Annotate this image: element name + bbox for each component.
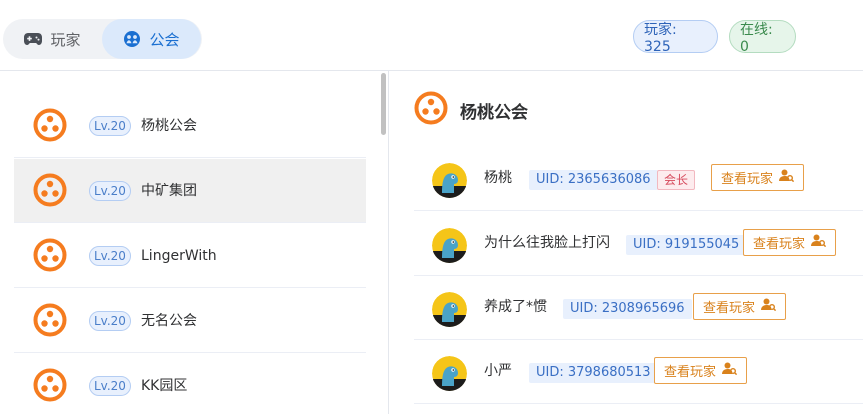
member-row: 养成了*惯 UID: 2308965696 查看玩家 xyxy=(414,276,863,340)
guild-detail-title: 杨桃公会 xyxy=(460,102,528,123)
guild-logo-icon xyxy=(33,238,67,276)
guild-name: 无名公会 xyxy=(141,313,197,329)
guild-detail-header: 杨桃公会 xyxy=(414,91,528,129)
guild-list: Lv.20 杨桃公会 Lv.20 中矿集团 Lv.20 LingerWith L… xyxy=(0,71,389,414)
member-avatar xyxy=(432,356,467,391)
view-player-button[interactable]: 查看玩家 xyxy=(711,164,805,191)
guild-icon xyxy=(123,30,141,48)
guild-name: LingerWith xyxy=(141,248,217,264)
member-row: 为什么往我脸上打闪 UID: 919155045 查看玩家 xyxy=(414,212,863,276)
member-name: 小严 xyxy=(484,363,512,379)
guild-logo-icon xyxy=(33,303,67,341)
member-name: 为什么往我脸上打闪 xyxy=(484,235,610,251)
guild-level-badge: Lv.20 xyxy=(89,246,131,266)
guild-item[interactable]: Lv.20 KK园区 xyxy=(14,354,366,414)
member-avatar xyxy=(432,228,467,263)
guild-level-badge: Lv.20 xyxy=(89,376,131,396)
member-uid: UID: 2308965696 xyxy=(563,299,692,319)
member-uid: UID: 3798680513 xyxy=(529,363,658,383)
view-player-button[interactable]: 查看玩家 xyxy=(693,293,787,320)
guild-detail: 杨桃公会 杨桃 UID: 2365636086 会长 查看玩家 为什么往我脸上打… xyxy=(390,71,863,414)
user-search-icon xyxy=(761,298,777,315)
top-bar: 玩家 公会 玩家: 325 在线: 0 xyxy=(0,0,863,71)
guild-name: 中矿集团 xyxy=(141,183,197,199)
view-player-label: 查看玩家 xyxy=(753,237,806,252)
member-avatar xyxy=(432,292,467,327)
view-player-button[interactable]: 查看玩家 xyxy=(743,229,837,256)
member-avatar xyxy=(432,163,467,198)
gamepad-icon xyxy=(24,32,43,46)
guild-item[interactable]: Lv.20 杨桃公会 xyxy=(14,94,366,158)
user-search-icon xyxy=(779,169,795,186)
tab-players-label: 玩家 xyxy=(50,30,81,49)
guild-logo-icon xyxy=(414,91,448,129)
player-count-badge: 玩家: 325 xyxy=(633,20,718,55)
guild-logo-icon xyxy=(33,368,67,406)
member-row: 杨桃 UID: 2365636086 会长 查看玩家 xyxy=(414,147,863,211)
guild-level-badge: Lv.20 xyxy=(89,116,131,136)
guild-item[interactable]: Lv.20 中矿集团 xyxy=(14,159,366,223)
tab-players[interactable]: 玩家 xyxy=(3,19,102,59)
member-role-badge: 会长 xyxy=(657,170,696,190)
user-search-icon xyxy=(722,362,738,379)
guild-name: 杨桃公会 xyxy=(141,118,197,134)
view-player-label: 查看玩家 xyxy=(721,172,774,187)
guild-item[interactable]: Lv.20 LingerWith xyxy=(14,224,366,288)
guild-item[interactable]: Lv.20 无名公会 xyxy=(14,289,366,353)
member-name: 养成了*惯 xyxy=(484,299,547,315)
tab-guilds-label: 公会 xyxy=(149,30,180,49)
member-uid: UID: 919155045 xyxy=(626,235,747,255)
member-name: 杨桃 xyxy=(484,170,512,186)
guild-logo-icon xyxy=(33,173,67,211)
user-search-icon xyxy=(811,234,827,251)
tab-guilds[interactable]: 公会 xyxy=(102,19,201,59)
guild-name: KK园区 xyxy=(141,378,188,394)
guild-level-badge: Lv.20 xyxy=(89,311,131,331)
guild-level-badge: Lv.20 xyxy=(89,181,131,201)
online-count-badge: 在线: 0 xyxy=(729,20,796,55)
view-player-button[interactable]: 查看玩家 xyxy=(654,357,748,384)
tab-switcher: 玩家 公会 xyxy=(3,19,202,59)
view-player-label: 查看玩家 xyxy=(664,365,717,380)
member-row: 小严 UID: 3798680513 查看玩家 xyxy=(414,340,863,404)
view-player-label: 查看玩家 xyxy=(703,301,756,316)
guild-list-scrollbar[interactable] xyxy=(381,73,386,135)
guild-logo-icon xyxy=(33,108,67,146)
member-uid: UID: 2365636086 xyxy=(529,170,658,190)
